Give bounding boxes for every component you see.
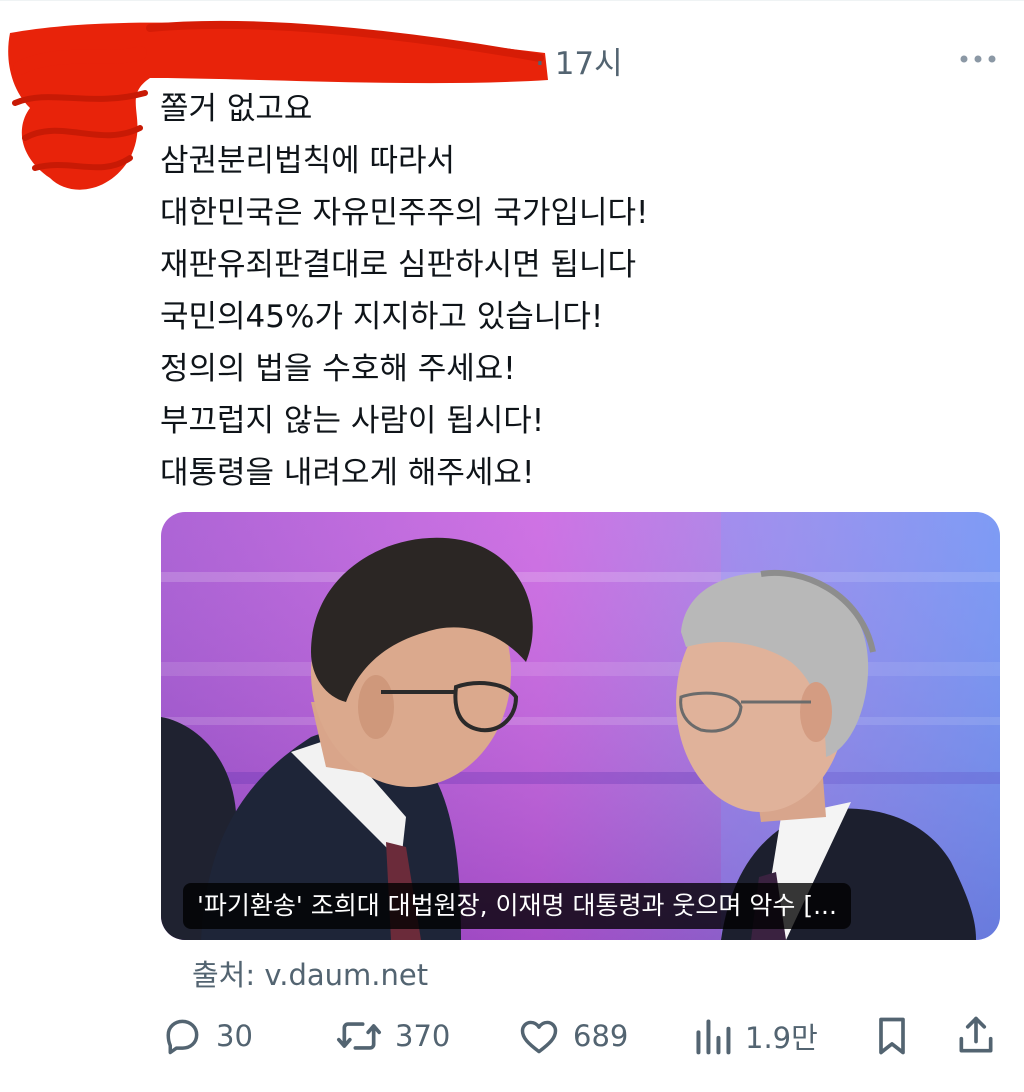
- link-card-title: '파기환송' 조희대 대법원장, 이재명 대통령과 웃으며 악수 [...: [183, 883, 851, 929]
- bookmark-icon: [879, 1017, 905, 1055]
- share-button[interactable]: [954, 1012, 998, 1060]
- reply-button[interactable]: 30: [160, 1012, 253, 1060]
- tweet-text: 쫄거 없고요 삼권분리법칙에 따라서 대한민국은 자유민주주의 국가입니다! 재…: [160, 83, 980, 499]
- tweet-line: 쫄거 없고요: [160, 91, 313, 127]
- news-photo: [161, 512, 1000, 940]
- share-icon: [959, 1016, 993, 1053]
- tweet-line: 삼권분리법칙에 따라서: [160, 143, 456, 179]
- like-button[interactable]: 689: [517, 1012, 628, 1060]
- top-divider: [0, 0, 1024, 1]
- views-count: 1.9만: [745, 1021, 818, 1055]
- like-count: 689: [573, 1019, 629, 1053]
- repost-count: 370: [395, 1019, 451, 1053]
- more-horizontal-icon: [960, 55, 996, 63]
- tweet-line: 재판유죄판결대로 심판하시면 됩니다: [160, 247, 637, 283]
- tweet-line: 부끄럽지 않는 사람이 됩시다!: [160, 403, 545, 439]
- tweet-line: 대한민국은 자유민주주의 국가입니다!: [160, 195, 649, 231]
- repost-button[interactable]: 370: [335, 1012, 450, 1060]
- bookmark-button[interactable]: [870, 1012, 914, 1060]
- tweet-line: 정의의 법을 수호해 주세요!: [160, 351, 516, 387]
- more-options-button[interactable]: [955, 44, 1001, 74]
- tweet-timestamp[interactable]: · 17시: [535, 38, 623, 83]
- tweet-line: 국민의45%가 지지하고 있습니다!: [160, 299, 604, 335]
- tweet-actions-bar: 30 370 689 1.9만: [160, 1012, 1000, 1060]
- views-chart-icon: [696, 1019, 731, 1055]
- heart-icon: [520, 1020, 558, 1054]
- link-card-source[interactable]: 출처: v.daum.net: [192, 952, 428, 994]
- tweet-line: 대통령을 내려오게 해주세요!: [160, 455, 535, 491]
- link-preview-card[interactable]: '파기환송' 조희대 대법원장, 이재명 대통령과 웃으며 악수 [...: [161, 512, 1000, 940]
- reply-icon: [166, 1019, 199, 1055]
- reply-count: 30: [216, 1019, 253, 1053]
- repost-icon: [337, 1022, 381, 1050]
- views-button[interactable]: 1.9만: [693, 1012, 818, 1060]
